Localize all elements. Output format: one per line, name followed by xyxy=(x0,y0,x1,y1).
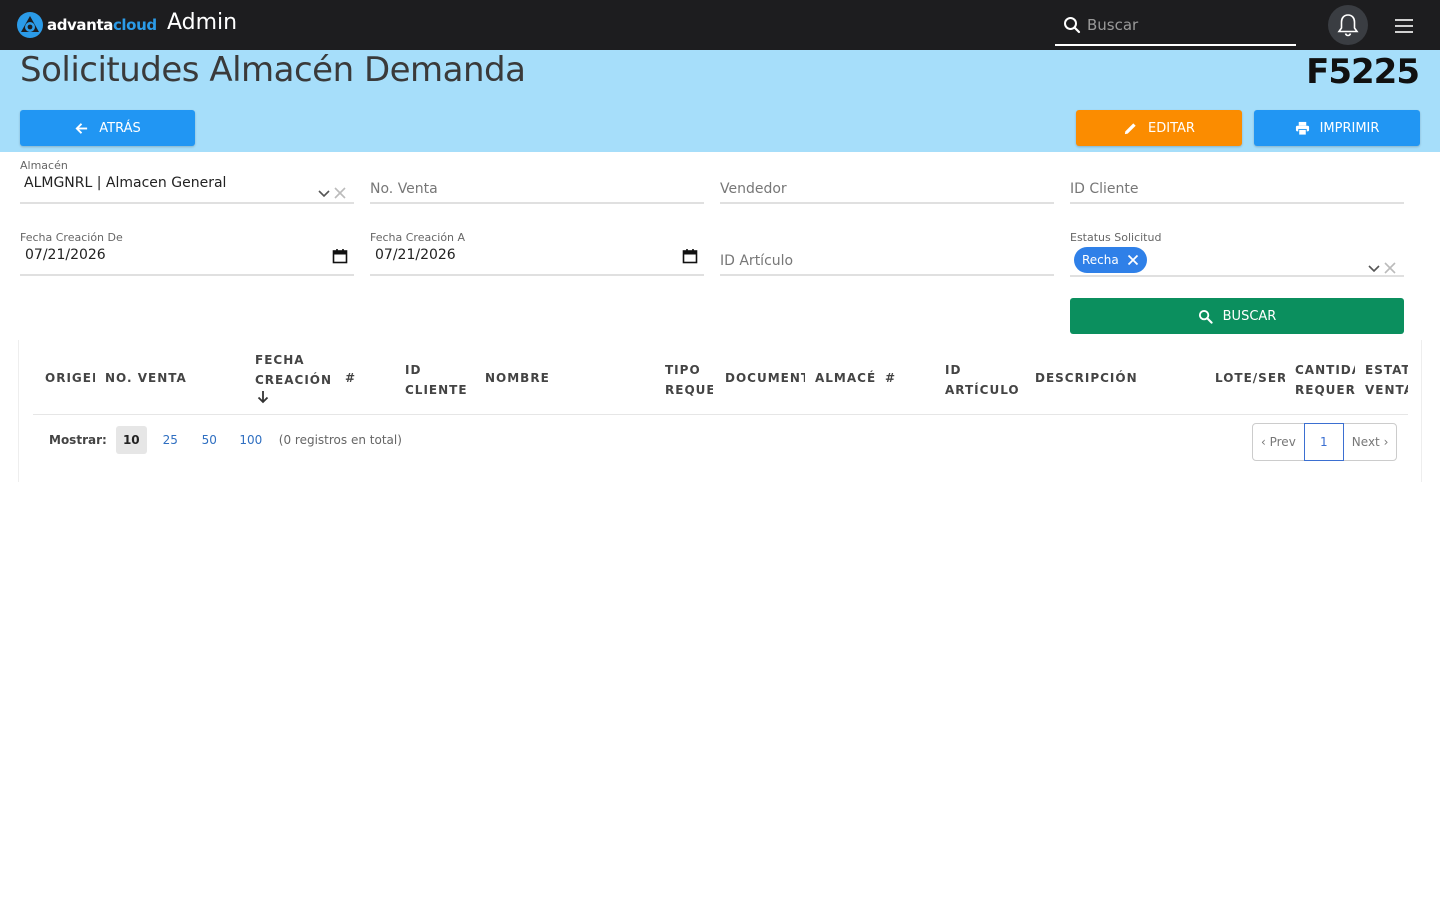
prev-page-button[interactable]: ‹ Prev xyxy=(1253,424,1304,460)
no-venta-field[interactable]: No. Venta xyxy=(370,159,704,204)
sort-descending-icon[interactable] xyxy=(257,390,269,404)
search-icon xyxy=(1198,309,1213,324)
hamburger-menu-icon[interactable] xyxy=(1394,17,1414,35)
column-header-numero-2[interactable]: # xyxy=(885,368,935,388)
estatus-solicitud-label: Estatus Solicitud xyxy=(1070,231,1162,244)
column-header-tipo-requerimiento[interactable]: TIPO REQUE xyxy=(665,360,713,400)
page-size-10[interactable]: 10 xyxy=(115,426,147,454)
page-title: Solicitudes Almacén Demanda xyxy=(20,50,526,90)
notifications-button[interactable] xyxy=(1328,5,1368,45)
column-header-fecha-creacion[interactable]: FECHA CREACIÓN xyxy=(255,350,339,404)
fecha-creacion-de-label: Fecha Creación De xyxy=(20,231,123,244)
estatus-chip: Recha xyxy=(1074,247,1147,273)
almacen-select[interactable]: Almacén ALMGNRL | Almacen General xyxy=(20,159,354,204)
bell-icon xyxy=(1337,14,1359,37)
global-search xyxy=(1055,6,1296,46)
column-header-numero[interactable]: # xyxy=(345,368,395,388)
pagination: ‹ Prev 1 Next › xyxy=(1252,423,1398,461)
column-header-origen[interactable]: ORIGEN xyxy=(45,368,95,388)
fecha-creacion-de-value: 07/21/2026 xyxy=(25,247,106,263)
logo-text: advantacloud xyxy=(47,16,157,34)
edit-button-label: EDITAR xyxy=(1148,120,1195,136)
search-button-label: BUSCAR xyxy=(1222,308,1277,324)
estatus-chip-label: Recha xyxy=(1082,253,1119,267)
show-label: Mostrar: xyxy=(49,433,107,447)
pencil-icon xyxy=(1124,122,1136,134)
column-header-almacen[interactable]: ALMACÉN xyxy=(815,368,875,388)
search-input[interactable] xyxy=(1087,12,1287,38)
column-header-id-cliente[interactable]: ID CLIENTE xyxy=(405,360,475,400)
results-table: ORIGEN NO. VENTA FECHA CREACIÓN # IDCLIE… xyxy=(18,340,1422,482)
arrow-left-icon xyxy=(75,122,88,134)
chip-remove-icon[interactable] xyxy=(1127,254,1139,266)
print-button[interactable]: IMPRIMIR xyxy=(1254,110,1420,146)
form-code: F5225 xyxy=(1306,52,1420,92)
top-bar: advantacloud Admin xyxy=(0,0,1440,50)
clear-icon[interactable] xyxy=(333,186,347,200)
logo[interactable]: advantacloud xyxy=(16,11,157,39)
almacen-value: ALMGNRL | Almacen General xyxy=(24,175,227,191)
page-size-50[interactable]: 50 xyxy=(194,426,225,454)
vendedor-field[interactable]: Vendedor xyxy=(720,159,1054,204)
logo-icon xyxy=(17,12,43,38)
id-articulo-placeholder: ID Artículo xyxy=(720,253,794,269)
page-header: Solicitudes Almacén Demanda F5225 ATRÁS … xyxy=(0,50,1440,152)
back-button[interactable]: ATRÁS xyxy=(20,110,195,146)
page-size-100[interactable]: 100 xyxy=(233,426,269,454)
column-header-cantidad-requerida[interactable]: CANTIDADREQUERIDA xyxy=(1295,360,1355,400)
fecha-creacion-a-field[interactable]: Fecha Creación A 07/21/2026 xyxy=(370,231,704,276)
column-header-documento[interactable]: DOCUMENT xyxy=(725,368,805,388)
fecha-creacion-de-field[interactable]: Fecha Creación De 07/21/2026 xyxy=(20,231,354,276)
column-header-descripcion[interactable]: DESCRIPCIÓN xyxy=(1035,368,1205,388)
page-size-selector: Mostrar: 10 25 50 100 (0 registros en to… xyxy=(49,426,402,454)
total-records: (0 registros en total) xyxy=(278,433,402,447)
table-header: ORIGEN NO. VENTA FECHA CREACIÓN # IDCLIE… xyxy=(33,340,1408,415)
calendar-icon[interactable] xyxy=(332,248,348,264)
no-venta-placeholder: No. Venta xyxy=(370,181,438,197)
column-header-estatus-venta[interactable]: ESTATUSVENTA xyxy=(1365,360,1408,400)
next-page-button[interactable]: Next › xyxy=(1344,424,1397,460)
app-title: Admin xyxy=(167,10,238,35)
clear-icon[interactable] xyxy=(1383,261,1397,275)
column-header-lote-serie[interactable]: LOTE/SERIE xyxy=(1215,368,1285,388)
vendedor-placeholder: Vendedor xyxy=(720,181,787,197)
page-1-button[interactable]: 1 xyxy=(1303,423,1344,461)
column-header-nombre[interactable]: NOMBRE xyxy=(485,368,655,388)
id-articulo-field[interactable]: ID Artículo xyxy=(720,231,1054,276)
printer-icon xyxy=(1295,121,1309,136)
chevron-down-icon[interactable] xyxy=(317,187,331,201)
fecha-creacion-a-value: 07/21/2026 xyxy=(375,247,456,263)
almacen-label: Almacén xyxy=(20,159,68,172)
id-cliente-placeholder: ID Cliente xyxy=(1070,181,1139,197)
page-size-25[interactable]: 25 xyxy=(155,426,186,454)
search-icon xyxy=(1064,17,1081,34)
column-header-id-articulo[interactable]: ID ARTÍCULO xyxy=(945,360,1025,400)
column-header-no-venta[interactable]: NO. VENTA xyxy=(105,368,245,388)
fecha-creacion-a-label: Fecha Creación A xyxy=(370,231,466,244)
print-button-label: IMPRIMIR xyxy=(1319,120,1380,136)
id-cliente-field[interactable]: ID Cliente xyxy=(1070,159,1404,204)
search-button[interactable]: BUSCAR xyxy=(1070,298,1404,334)
back-button-label: ATRÁS xyxy=(99,120,141,136)
calendar-icon[interactable] xyxy=(682,248,698,264)
chevron-down-icon[interactable] xyxy=(1367,262,1381,276)
estatus-solicitud-select[interactable]: Estatus Solicitud Recha xyxy=(1070,231,1404,277)
edit-button[interactable]: EDITAR xyxy=(1076,110,1242,146)
